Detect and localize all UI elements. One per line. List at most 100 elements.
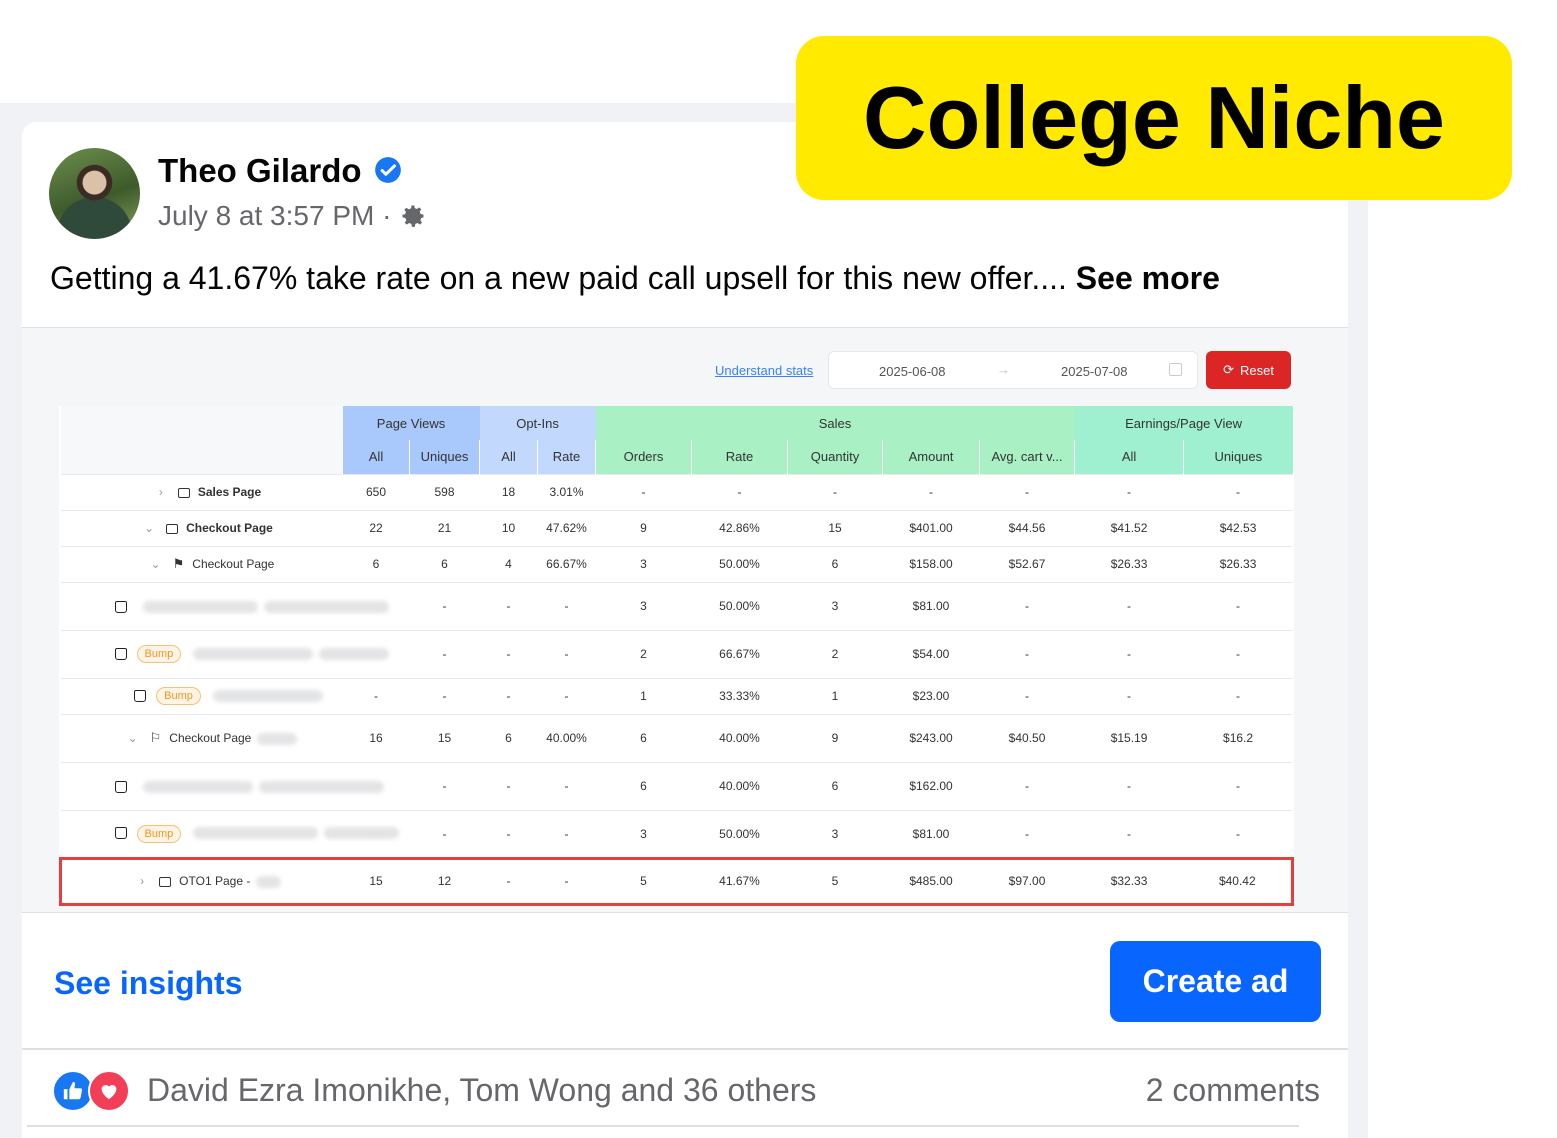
table-cell: 15 — [409, 713, 480, 762]
col-header[interactable]: Rate — [537, 440, 596, 474]
table-cell: $15.19 — [1074, 713, 1184, 762]
table-cell: 50.00% — [691, 581, 788, 630]
table-row[interactable]: ----640.00%6$162.00--- — [60, 761, 1293, 810]
row-name: Checkout Page — [169, 731, 252, 745]
chevron-right-icon[interactable]: › — [137, 874, 147, 888]
see-insights-link[interactable]: See insights — [54, 965, 243, 1002]
opt-ins-header: Opt-Ins — [479, 406, 596, 440]
table-cell: $40.50 — [979, 713, 1075, 762]
table-cell: $162.00 — [882, 761, 980, 810]
redacted-text — [212, 689, 323, 702]
table-cell: - — [479, 809, 538, 858]
envelope-icon — [177, 487, 190, 498]
post-timestamp[interactable]: July 8 at 3:57 PM · — [158, 200, 391, 232]
table-cell: - — [1183, 581, 1293, 630]
chevron-right-icon[interactable]: › — [156, 485, 166, 499]
table-cell: - — [1074, 761, 1184, 810]
table-cell: - — [1074, 473, 1184, 510]
table-cell: 6 — [787, 761, 883, 810]
see-more-link[interactable]: See more — [1076, 260, 1220, 296]
author-avatar[interactable] — [49, 148, 140, 239]
table-cell: $485.00 — [882, 856, 980, 906]
col-header[interactable]: Amount — [882, 440, 980, 474]
row-name-cell: ⌄ Checkout Page — [60, 509, 343, 546]
date-from: 2025-06-08 — [879, 364, 946, 379]
chevron-down-icon[interactable]: ⌄ — [144, 521, 154, 535]
table-cell: 6 — [595, 713, 692, 762]
understand-stats-link[interactable]: Understand stats — [715, 363, 813, 378]
table-cell: 66.67% — [691, 629, 788, 678]
row-name: OTO1 Page - — [179, 874, 251, 888]
table-row[interactable]: › OTO1 Page -15 12- -5 41.67% 5 $485.00 $97.00 $… — [59, 856, 1295, 906]
table-cell: - — [979, 629, 1075, 678]
table-row[interactable]: › Sales Page 650 598 18 3.01% - - - - - - - — [60, 473, 1293, 510]
table-cell: $44.56 — [979, 509, 1075, 546]
table-cell: - — [787, 473, 883, 510]
table-cell: 15 — [342, 856, 410, 906]
table-cell: 9 — [595, 509, 692, 546]
table-cell: $243.00 — [882, 713, 980, 762]
reset-button[interactable]: ⟳ Reset — [1206, 351, 1291, 389]
col-header[interactable]: All — [342, 440, 410, 474]
redacted-text — [319, 647, 390, 660]
table-cell: - — [1074, 581, 1184, 630]
chevron-down-icon[interactable]: ⌄ — [151, 557, 161, 571]
table-cell: - — [479, 677, 538, 714]
col-header[interactable]: Quantity — [787, 440, 883, 474]
table-cell: $97.00 — [979, 856, 1075, 906]
redacted-text — [142, 600, 258, 613]
row-name-cell: Bump — [60, 677, 343, 714]
reaction-names[interactable]: David Ezra Imonikhe, Tom Wong and 36 oth… — [147, 1072, 816, 1109]
col-header[interactable]: Uniques — [1183, 440, 1293, 474]
table-cell: - — [979, 761, 1075, 810]
table-cell: 1 — [595, 677, 692, 714]
table-cell: 3 — [787, 809, 883, 858]
table-cell: - — [979, 809, 1075, 858]
table-row[interactable]: ⌄ ⚑ Checkout Page 6 6 4 66.67% 3 50.00% 6 $158.00 $… — [60, 545, 1293, 582]
table-cell: 3.01% — [537, 473, 596, 510]
envelope-icon — [166, 523, 179, 534]
table-row[interactable]: ⌄ Checkout Page 22 21 10 47.62% 9 42.86% 15 $401.… — [60, 509, 1293, 546]
table-cell: $52.67 — [979, 545, 1075, 582]
table-cell: 18 — [479, 473, 538, 510]
bag-icon — [114, 780, 127, 793]
row-name-cell: › OTO1 Page - — [59, 856, 343, 906]
table-cell: 15 — [787, 509, 883, 546]
table-row[interactable]: Bump----266.67%2$54.00--- — [60, 629, 1293, 678]
col-header[interactable]: Uniques — [408, 440, 480, 474]
table-cell: 50.00% — [691, 809, 788, 858]
table-cell: 598 — [409, 473, 480, 510]
table-cell: $32.33 — [1074, 856, 1184, 906]
table-row[interactable]: Bump----350.00%3$81.00--- — [60, 809, 1293, 858]
table-cell: - — [409, 677, 480, 714]
date-range-picker[interactable]: 2025-06-08 → 2025-07-08 — [828, 351, 1198, 389]
table-row[interactable]: ⌄ ⚐ Checkout Page 16 15 6 40.00% 6 40.00% 9 $243.0… — [60, 713, 1293, 762]
create-ad-button[interactable]: Create ad — [1110, 941, 1321, 1022]
table-cell: - — [537, 677, 596, 714]
post-meta: July 8 at 3:57 PM · — [158, 200, 427, 232]
reaction-icons[interactable] — [52, 1070, 136, 1114]
page-views-header: Page Views — [342, 406, 480, 440]
post-actions: See insights Create ad — [22, 912, 1348, 1048]
table-cell: 40.00% — [691, 713, 788, 762]
row-name-cell: ⌄ ⚐ Checkout Page — [60, 713, 343, 762]
col-header[interactable]: Orders — [595, 440, 692, 474]
redacted-text — [324, 827, 400, 840]
table-cell: 3 — [595, 545, 692, 582]
table-row[interactable]: ----350.00%3$81.00--- — [60, 581, 1293, 630]
table-row[interactable]: Bump - - - -1 33.33% 1 $23.00- - - — [60, 677, 1293, 714]
table-cell: 21 — [409, 509, 480, 546]
chevron-down-icon[interactable]: ⌄ — [128, 731, 138, 745]
comments-count[interactable]: 2 comments — [1146, 1072, 1320, 1109]
group-header-row: Page Views Opt-Ins Sales Earnings/Page V… — [60, 406, 1293, 440]
row-name-cell: Bump — [60, 809, 400, 858]
col-header[interactable]: All — [479, 440, 538, 474]
author-name[interactable]: Theo Gilardo — [158, 152, 362, 190]
table-cell: - — [1074, 809, 1184, 858]
row-name-cell: Bump — [60, 629, 390, 678]
col-header[interactable]: Rate — [691, 440, 788, 474]
col-header[interactable]: All — [1074, 440, 1184, 474]
table-cell: - — [1074, 629, 1184, 678]
table-cell: 3 — [595, 581, 692, 630]
col-header[interactable]: Avg. cart v... — [979, 440, 1075, 474]
